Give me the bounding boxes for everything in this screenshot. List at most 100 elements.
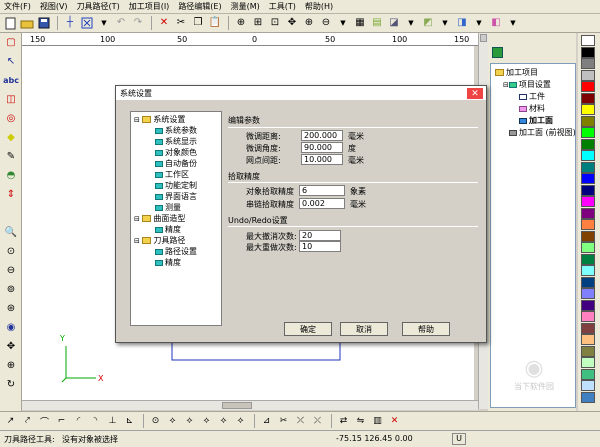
path-stock-icon[interactable]: ▥ (370, 414, 385, 429)
scroll-thumb[interactable] (222, 402, 252, 409)
perpendicular-icon[interactable]: ⊥ (105, 414, 120, 429)
color-swatch[interactable] (581, 46, 595, 58)
save-icon[interactable] (36, 15, 52, 31)
dropdown-arrow-icon[interactable]: ▼ (471, 15, 487, 31)
tree-item-surface[interactable]: 加工面 (519, 115, 553, 126)
tree-item[interactable]: 对象颜色 (155, 147, 197, 158)
color-swatch[interactable] (581, 345, 595, 357)
ok-button[interactable]: 确定 (284, 322, 332, 336)
panel-tab-icon[interactable] (492, 47, 503, 58)
color-swatch[interactable] (581, 173, 595, 184)
circle-arc-icon[interactable]: ◜ (71, 414, 86, 429)
tree-item-material[interactable]: 材料 (519, 103, 545, 114)
menu-view[interactable]: 视图(V) (40, 1, 68, 12)
zoom-icon[interactable]: ⊕ (233, 15, 249, 31)
corner-arc-icon[interactable]: ⌐ (54, 414, 69, 429)
color-swatch[interactable] (581, 35, 595, 46)
color-swatch[interactable] (581, 391, 595, 403)
color-swatch[interactable] (581, 299, 595, 311)
menu-path-edit[interactable]: 路径编辑(E) (178, 1, 221, 12)
color-swatch[interactable] (581, 104, 595, 115)
color-swatch[interactable] (581, 380, 595, 391)
delete-icon[interactable]: ✕ (156, 15, 172, 31)
tree-item-settings[interactable]: ⊟ 项目设置 (503, 79, 551, 90)
view-dropdown-icon[interactable]: ▼ (335, 15, 351, 31)
node-move-icon[interactable]: ⟡ (216, 414, 231, 429)
micro-distance-input[interactable]: 200.000 (301, 130, 343, 141)
color-swatch[interactable] (581, 150, 595, 161)
undo-icon[interactable]: ↶ (113, 15, 129, 31)
menu-toolpath[interactable]: 刀具路径(T) (77, 1, 120, 12)
tree-item[interactable]: 系统参数 (155, 125, 197, 136)
color-swatch[interactable] (581, 127, 595, 138)
eye-icon[interactable]: ◉ (1, 318, 21, 337)
color-swatch[interactable] (581, 253, 595, 265)
color-swatch[interactable] (581, 161, 595, 173)
color-swatch[interactable] (581, 322, 595, 334)
tree-root-toolpath[interactable]: ⊟ 刀具路径 (134, 235, 185, 246)
color-swatch[interactable] (581, 311, 595, 322)
horizontal-scrollbar[interactable] (22, 400, 478, 410)
tree-item[interactable]: 路径设置 (155, 246, 197, 257)
color-swatch[interactable] (581, 242, 595, 253)
node-add-icon[interactable]: ⟡ (182, 414, 197, 429)
cut-icon[interactable]: ✂ (173, 15, 189, 31)
tree-item[interactable]: 工作区 (155, 169, 189, 180)
color-swatch[interactable] (581, 207, 595, 219)
round-icon[interactable]: ◝ (88, 414, 103, 429)
node-delete-icon[interactable]: ⟡ (199, 414, 214, 429)
zoom-extents-icon[interactable]: ⊡ (267, 15, 283, 31)
dialog-close-button[interactable]: ✕ (467, 88, 483, 99)
shaded-view-icon[interactable]: ◧ (488, 15, 504, 31)
color-swatch[interactable] (581, 81, 595, 92)
max-redo-input[interactable]: 10 (299, 241, 341, 252)
tangent-icon[interactable]: ⤤ (20, 414, 35, 429)
tree-item[interactable]: 功能定制 (155, 180, 197, 191)
grid-spacing-input[interactable]: 10.000 (301, 154, 343, 165)
tree-item-workpiece[interactable]: 工件 (519, 91, 545, 102)
zoom-out-icon[interactable]: ⊖ (318, 15, 334, 31)
cancel-button[interactable]: 取消 (340, 322, 388, 336)
status-mode[interactable]: U (452, 433, 466, 445)
select-box-icon[interactable] (79, 15, 95, 31)
paste-icon[interactable]: 📋 (207, 15, 223, 31)
path-cut-icon[interactable]: ✂ (276, 414, 291, 429)
shape-icon[interactable]: ◎ (1, 109, 21, 128)
tree-root-surface[interactable]: ⊟ 曲面造型 (134, 213, 185, 224)
tree-item[interactable]: 自动备份 (155, 158, 197, 169)
pick-precision-input[interactable]: 6 (299, 185, 345, 196)
mirror-icon[interactable]: ◫ (1, 90, 21, 109)
surface-icon[interactable]: ◪ (386, 15, 402, 31)
cube-view-icon[interactable]: ◨ (454, 15, 470, 31)
menu-project[interactable]: 加工项目(I) (129, 1, 170, 12)
color-swatch[interactable] (581, 334, 595, 345)
color-swatch[interactable] (581, 357, 595, 368)
dropdown-arrow-icon[interactable]: ▼ (437, 15, 453, 31)
new-file-icon[interactable] (2, 15, 18, 31)
zoom-in-icon[interactable]: 🔍 (1, 223, 21, 242)
color-swatch[interactable] (581, 230, 595, 242)
layer-icon[interactable]: ▤ (369, 15, 385, 31)
color-swatch[interactable] (581, 276, 595, 288)
dropdown-arrow-icon[interactable]: ▼ (403, 15, 419, 31)
point-icon[interactable]: ⊙ (148, 414, 163, 429)
cube-icon[interactable]: ◩ (420, 15, 436, 31)
pan-icon[interactable]: ✥ (1, 337, 21, 356)
tree-item[interactable]: 精度 (155, 224, 181, 235)
tree-item[interactable]: 精度 (155, 257, 181, 268)
text-icon[interactable]: abc (1, 71, 21, 90)
redo-icon[interactable]: ↷ (130, 15, 146, 31)
fill-icon[interactable]: ◓ (1, 166, 21, 185)
redraw-icon[interactable]: ↻ (1, 375, 21, 394)
path-trim-icon[interactable]: ⇋ (353, 414, 368, 429)
tree-item-project[interactable]: 加工项目 (495, 67, 538, 78)
grid-icon[interactable]: ▦ (352, 15, 368, 31)
color-swatch[interactable] (581, 219, 595, 230)
path-sort-icon[interactable]: ⇄ (336, 414, 351, 429)
tree-item[interactable]: 系统显示 (155, 136, 197, 147)
max-undo-input[interactable]: 20 (299, 230, 341, 241)
path-delete-icon[interactable]: ✕ (387, 414, 402, 429)
color-swatch[interactable] (581, 138, 595, 150)
rhombus-icon[interactable]: ◆ (1, 128, 21, 147)
dropdown-arrow-icon[interactable]: ▼ (505, 15, 521, 31)
